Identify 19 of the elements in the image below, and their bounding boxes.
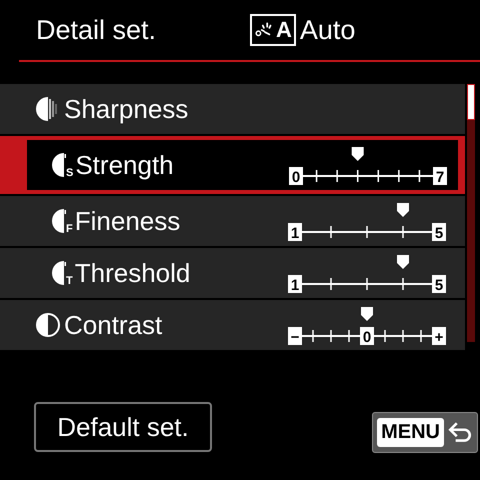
menu-back-button[interactable]: MENU: [372, 412, 478, 453]
level-scale: 1 5: [287, 251, 447, 295]
sharpness-icon: [36, 95, 60, 123]
menu-row[interactable]: Contrast − + 0: [0, 300, 465, 350]
default-set-button[interactable]: Default set.: [34, 402, 212, 452]
level-scale: 0 7: [288, 143, 448, 187]
level-scale: − + 0: [287, 303, 447, 347]
menu-row[interactable]: Sharpness: [0, 84, 465, 134]
row-label: Strength: [75, 150, 175, 180]
mode-value: Auto: [300, 14, 356, 46]
row-label: Sharpness: [64, 94, 190, 124]
level-scale: 1 5: [287, 199, 447, 243]
scrollbar[interactable]: [467, 84, 475, 342]
row-label: Contrast: [64, 310, 164, 340]
screen-title: Detail set.: [36, 14, 158, 46]
contrast-icon: [36, 311, 60, 339]
scene-auto-badge: A: [250, 14, 296, 46]
row-label: Threshold: [74, 258, 192, 288]
row-label: Fineness: [74, 206, 182, 236]
